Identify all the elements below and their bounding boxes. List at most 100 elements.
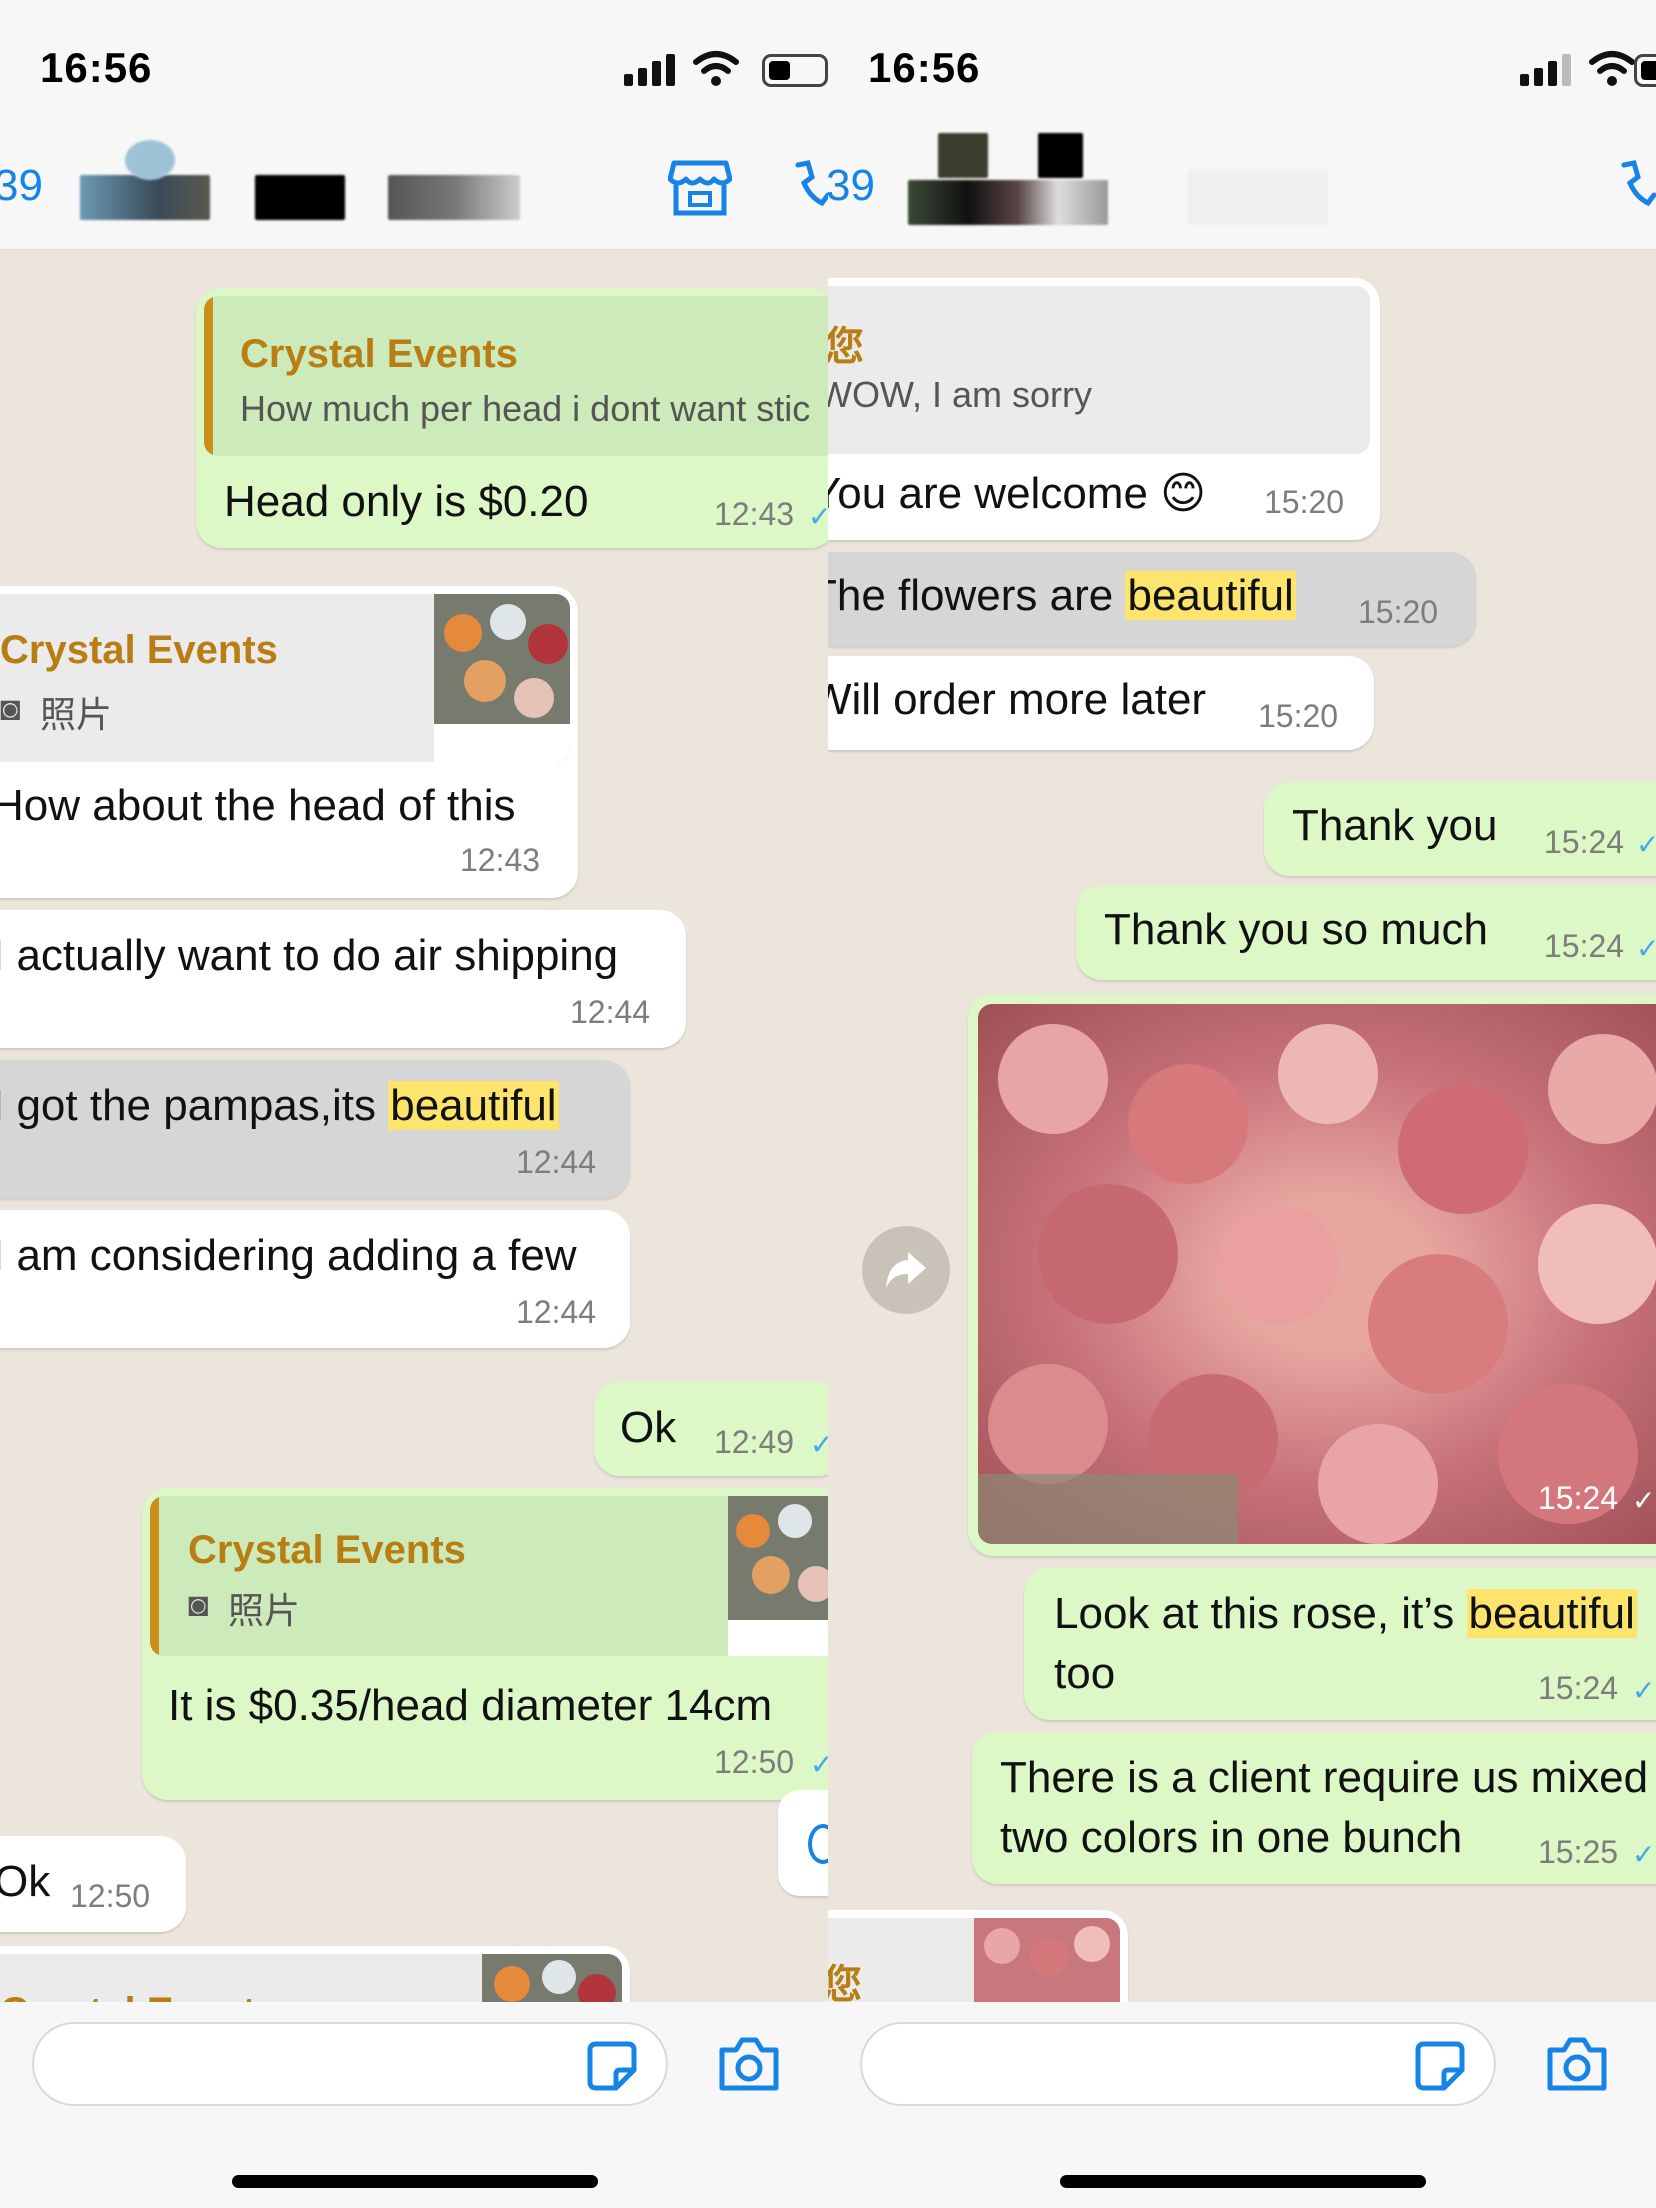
incoming-message[interactable]: 您 WOW, I am sorry You are welcome 😊 15:2… — [828, 278, 1380, 540]
message-input[interactable] — [860, 2022, 1496, 2106]
message-input[interactable] — [32, 2022, 668, 2106]
wifi-icon — [693, 51, 739, 86]
status-time: 16:56 — [40, 44, 153, 91]
message-input-bar — [828, 2002, 1656, 2208]
redacted-contact-name — [80, 175, 210, 220]
incoming-message[interactable]: Will order more later 15:20 — [828, 656, 1374, 750]
redacted-contact-name — [908, 180, 1108, 225]
redacted-avatar — [125, 140, 175, 180]
search-highlight: beautiful — [1125, 571, 1296, 620]
forward-arrow-icon — [886, 1252, 926, 1288]
home-indicator — [232, 2175, 598, 2188]
outgoing-message[interactable]: Crystal Events ◙ 照片 It is $0.35/head dia… — [142, 1488, 828, 1800]
redacted-contact-name — [388, 175, 520, 220]
home-indicator — [1060, 2175, 1426, 2188]
message-time: 12:50 — [70, 1878, 151, 1914]
outgoing-message[interactable]: Thank you 15:24 ✓ — [1264, 782, 1656, 876]
outgoing-message[interactable]: Ok 12:49 ✓ — [594, 1382, 828, 1476]
message-time: 15:24 — [1544, 928, 1625, 964]
battery-icon — [1634, 54, 1656, 87]
quote-sender: Crystal Events — [240, 332, 518, 376]
image-time: 15:24 — [1538, 1480, 1619, 1516]
message-time: 12:44 — [516, 1144, 597, 1180]
incoming-message[interactable]: I actually want to do air shipping 12:44 — [0, 910, 686, 1048]
scroll-down-icon — [808, 1824, 828, 1864]
roses-photo[interactable]: 15:24 ✓ — [978, 1004, 1656, 1544]
chat-header: 39 — [0, 125, 828, 250]
camera-icon[interactable] — [1546, 2036, 1608, 2092]
incoming-message[interactable]: I am considering adding a few 12:44 — [0, 1210, 630, 1348]
outgoing-message[interactable]: Thank you so much 15:24 ✓ — [1076, 886, 1656, 980]
quote-text: WOW, I am sorry — [828, 374, 1092, 415]
forward-button[interactable] — [862, 1226, 950, 1314]
read-check-icon: ✓ — [1632, 1839, 1656, 1870]
sticker-icon[interactable] — [1414, 2040, 1466, 2092]
message-text: Thank you — [1292, 801, 1498, 850]
business-store-icon[interactable] — [668, 157, 732, 217]
message-text-line2: too — [1054, 1649, 1116, 1698]
wifi-icon — [1589, 51, 1635, 86]
quoted-message[interactable]: Crystal Events How much per head i dont … — [204, 296, 828, 456]
message-text: The flowers are beautiful — [828, 571, 1296, 620]
redacted-avatar — [938, 133, 988, 178]
message-text: I am considering adding a few — [0, 1231, 577, 1280]
read-check-icon: ✓ — [1632, 1485, 1656, 1516]
message-time: 15:20 — [1264, 484, 1345, 520]
status-bar: 16:56 — [828, 0, 1656, 125]
outgoing-message[interactable]: There is a client require us mixed two c… — [972, 1732, 1656, 1884]
phone-call-icon[interactable] — [790, 159, 828, 215]
redacted-avatar — [1038, 133, 1083, 178]
message-time: 15:24 — [1544, 824, 1625, 860]
chat-header: 39 — [828, 125, 1656, 250]
battery-icon — [762, 54, 828, 87]
quote-text: How much per head i dont want stic — [240, 388, 811, 429]
message-time: 12:43 — [460, 842, 541, 878]
message-input-bar — [0, 2002, 828, 2208]
message-time: 15:20 — [1258, 698, 1339, 734]
signal-icon — [624, 54, 680, 86]
message-text: Ok — [620, 1403, 677, 1452]
message-text: It is $0.35/head diameter 14cm — [168, 1681, 773, 1730]
quote-sender: Crystal Events — [0, 628, 278, 672]
read-check-icon: ✓ — [1636, 829, 1656, 860]
search-highlight: beautiful — [1466, 1589, 1637, 1638]
incoming-message-selected[interactable]: I got the pampas,its beautiful 12:44 — [0, 1060, 630, 1198]
message-time: 12:49 — [714, 1424, 795, 1460]
redacted-contact-name — [1188, 170, 1328, 225]
signal-icon — [1520, 54, 1576, 86]
flower-photo-thumbnail — [728, 1496, 828, 1656]
quote-sender: 您 — [828, 325, 864, 369]
left-chat-screenshot: 16:56 39 Crystal Events How much per hea… — [0, 0, 828, 2208]
sticker-icon[interactable] — [586, 2040, 638, 2092]
message-time: 12:44 — [516, 1294, 597, 1330]
message-time: 12:43 — [714, 496, 795, 532]
outgoing-message[interactable]: Look at this rose, it’s beautiful too 15… — [1024, 1568, 1656, 1720]
camera-icon: ◙ — [0, 690, 21, 728]
scroll-to-bottom-button[interactable] — [778, 1790, 828, 1896]
right-chat-screenshot: 16:56 39 您 WOW, I am sorry You are welco… — [828, 0, 1656, 2208]
message-text: I got the pampas,its beautiful — [0, 1081, 559, 1130]
phone-call-icon[interactable] — [1616, 159, 1656, 215]
read-check-icon: ✓ — [1636, 933, 1656, 964]
incoming-message[interactable]: Ok 12:50 — [0, 1836, 186, 1932]
message-text: Ok — [0, 1857, 51, 1906]
message-time: 12:50 — [714, 1744, 795, 1780]
outgoing-message[interactable]: Crystal Events How much per head i dont … — [196, 288, 828, 548]
status-bar: 16:56 — [0, 0, 828, 125]
incoming-message[interactable]: Crystal Events ◙ 照片 How about the head o… — [0, 586, 578, 898]
read-check-icon: ✓ — [1632, 1675, 1656, 1706]
camera-icon[interactable] — [718, 2036, 780, 2092]
incoming-message-selected[interactable]: The flowers are beautiful 15:20 — [828, 552, 1476, 646]
read-check-icon: ✓ — [810, 1749, 828, 1780]
quoted-photo-message[interactable]: Crystal Events ◙ 照片 — [0, 594, 570, 762]
quoted-message[interactable]: 您 WOW, I am sorry — [828, 286, 1370, 454]
conversation-area: Crystal Events How much per head i dont … — [0, 250, 828, 2066]
conversation-area: 您 WOW, I am sorry You are welcome 😊 15:2… — [828, 250, 1656, 2030]
message-time: 15:25 — [1538, 1834, 1619, 1870]
message-text-line2: two colors in one bunch — [1000, 1813, 1463, 1862]
read-check-icon: ✓ — [810, 1429, 828, 1460]
outgoing-image-message[interactable]: 15:24 ✓ — [968, 994, 1656, 1556]
message-text: There is a client require us mixed — [1000, 1753, 1649, 1802]
message-time: 15:20 — [1358, 594, 1439, 630]
quoted-photo-message[interactable]: Crystal Events ◙ 照片 — [150, 1496, 828, 1656]
